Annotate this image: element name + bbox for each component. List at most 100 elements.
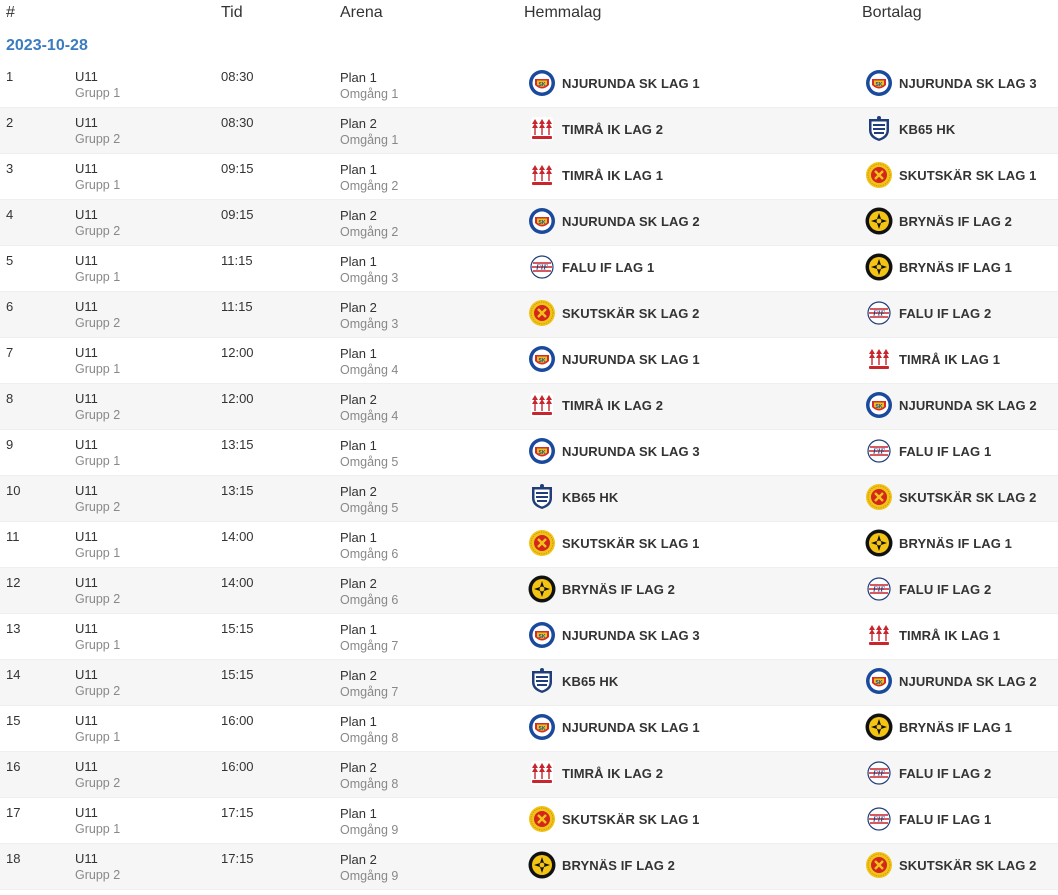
away-team-name[interactable]: SKUTSKÄR SK LAG 2	[899, 858, 1037, 873]
away-team[interactable]: FIF FALU IF LAG 1	[865, 436, 991, 466]
home-team[interactable]: KB65 HK	[528, 482, 618, 512]
away-team[interactable]: SK NJURUNDA SK LAG 3	[865, 68, 1037, 98]
away-team[interactable]: FIF FALU IF LAG 1	[865, 804, 991, 834]
table-row[interactable]: 16 U11 Grupp 2 16:00 Plan 2 Omgång 8 TIMRÅ IK …	[0, 752, 1058, 798]
table-row[interactable]: 12 U11 Grupp 2 14:00 Plan 2 Omgång 6 BRYNÄS IF…	[0, 568, 1058, 614]
away-team-name[interactable]: FALU IF LAG 1	[899, 444, 991, 459]
table-row[interactable]: 4 U11 Grupp 2 09:15 Plan 2 Omgång 2 SK NJURUNDA…	[0, 200, 1058, 246]
svg-text:SK: SK	[539, 358, 546, 364]
away-team-name[interactable]: BRYNÄS IF LAG 1	[899, 260, 1012, 275]
table-row[interactable]: 11 U11 Grupp 1 14:00 Plan 1 Omgång 6 SKUTSKÄR …	[0, 522, 1058, 568]
table-row[interactable]: 10 U11 Grupp 2 13:15 Plan 2 Omgång 5 KB65 HK SK…	[0, 476, 1058, 522]
away-team[interactable]: FIF FALU IF LAG 2	[865, 574, 991, 604]
away-team-name[interactable]: FALU IF LAG 2	[899, 766, 991, 781]
home-team-name[interactable]: SKUTSKÄR SK LAG 1	[562, 812, 700, 827]
home-team[interactable]: FIF FALU IF LAG 1	[528, 252, 654, 282]
home-team-name[interactable]: BRYNÄS IF LAG 2	[562, 858, 675, 873]
away-team[interactable]: KB65 HK	[865, 114, 955, 144]
home-team-name[interactable]: NJURUNDA SK LAG 1	[562, 76, 700, 91]
away-team-name[interactable]: TIMRÅ IK LAG 1	[899, 628, 1000, 643]
home-team-name[interactable]: KB65 HK	[562, 674, 618, 689]
match-number: 4	[6, 207, 14, 222]
table-row[interactable]: 1 U11 Grupp 1 08:30 Plan 1 Omgång 1 SK NJURUNDA…	[0, 62, 1058, 108]
away-team-name[interactable]: FALU IF LAG 1	[899, 812, 991, 827]
timra-ik-logo-icon	[865, 621, 893, 649]
match-group: Grupp 2	[75, 592, 121, 606]
home-team[interactable]: SKUTSKÄR SK LAG 1	[528, 528, 700, 558]
away-team-name[interactable]: BRYNÄS IF LAG 1	[899, 720, 1012, 735]
table-row[interactable]: 18 U11 Grupp 2 17:15 Plan 2 Omgång 9 BRYNÄS IF…	[0, 844, 1058, 890]
table-row[interactable]: 7 U11 Grupp 1 12:00 Plan 1 Omgång 4 SK NJURUNDA…	[0, 338, 1058, 384]
home-team[interactable]: KB65 HK	[528, 666, 618, 696]
home-team[interactable]: SK NJURUNDA SK LAG 1	[528, 344, 700, 374]
home-team[interactable]: TIMRÅ IK LAG 1	[528, 160, 663, 190]
match-time: 15:15	[221, 621, 254, 636]
away-team-name[interactable]: BRYNÄS IF LAG 2	[899, 214, 1012, 229]
home-team-name[interactable]: TIMRÅ IK LAG 2	[562, 398, 663, 413]
home-team[interactable]: TIMRÅ IK LAG 2	[528, 758, 663, 788]
away-team-name[interactable]: KB65 HK	[899, 122, 955, 137]
away-team[interactable]: BRYNÄS IF LAG 1	[865, 252, 1012, 282]
away-team-name[interactable]: FALU IF LAG 2	[899, 582, 991, 597]
home-team-name[interactable]: NJURUNDA SK LAG 1	[562, 720, 700, 735]
away-team[interactable]: TIMRÅ IK LAG 1	[865, 344, 1000, 374]
table-row[interactable]: 9 U11 Grupp 1 13:15 Plan 1 Omgång 5 SK NJURUNDA…	[0, 430, 1058, 476]
match-arena: Plan 1	[340, 346, 377, 361]
home-team[interactable]: BRYNÄS IF LAG 2	[528, 850, 675, 880]
home-team-name[interactable]: NJURUNDA SK LAG 3	[562, 444, 700, 459]
table-row[interactable]: 14 U11 Grupp 2 15:15 Plan 2 Omgång 7 KB65 HK SK…	[0, 660, 1058, 706]
home-team-name[interactable]: SKUTSKÄR SK LAG 1	[562, 536, 700, 551]
home-team-name[interactable]: NJURUNDA SK LAG 1	[562, 352, 700, 367]
away-team-name[interactable]: SKUTSKÄR SK LAG 2	[899, 490, 1037, 505]
home-team[interactable]: SKUTSKÄR SK LAG 2	[528, 298, 700, 328]
home-team[interactable]: SK NJURUNDA SK LAG 3	[528, 620, 700, 650]
away-team-name[interactable]: NJURUNDA SK LAG 2	[899, 674, 1037, 689]
table-row[interactable]: 8 U11 Grupp 2 12:00 Plan 2 Omgång 4 TIMRÅ IK L…	[0, 384, 1058, 430]
home-team-name[interactable]: TIMRÅ IK LAG 1	[562, 168, 663, 183]
table-row[interactable]: 17 U11 Grupp 1 17:15 Plan 1 Omgång 9 SKUTSKÄR …	[0, 798, 1058, 844]
match-round: Omgång 2	[340, 179, 399, 193]
away-team[interactable]: BRYNÄS IF LAG 1	[865, 528, 1012, 558]
away-team[interactable]: SKUTSKÄR SK LAG 2	[865, 850, 1037, 880]
away-team-name[interactable]: BRYNÄS IF LAG 1	[899, 536, 1012, 551]
home-team[interactable]: SK NJURUNDA SK LAG 3	[528, 436, 700, 466]
home-team-name[interactable]: TIMRÅ IK LAG 2	[562, 122, 663, 137]
match-time: 16:00	[221, 759, 254, 774]
home-team-name[interactable]: TIMRÅ IK LAG 2	[562, 766, 663, 781]
home-team[interactable]: SK NJURUNDA SK LAG 2	[528, 206, 700, 236]
home-team[interactable]: TIMRÅ IK LAG 2	[528, 114, 663, 144]
away-team[interactable]: BRYNÄS IF LAG 2	[865, 206, 1012, 236]
home-team-name[interactable]: BRYNÄS IF LAG 2	[562, 582, 675, 597]
home-team-name[interactable]: SKUTSKÄR SK LAG 2	[562, 306, 700, 321]
away-team[interactable]: FIF FALU IF LAG 2	[865, 758, 991, 788]
home-team[interactable]: SK NJURUNDA SK LAG 1	[528, 712, 700, 742]
away-team[interactable]: SKUTSKÄR SK LAG 2	[865, 482, 1037, 512]
home-team[interactable]: SK NJURUNDA SK LAG 1	[528, 68, 700, 98]
home-team-name[interactable]: NJURUNDA SK LAG 2	[562, 214, 700, 229]
table-row[interactable]: 2 U11 Grupp 2 08:30 Plan 2 Omgång 1 TIMRÅ IK L…	[0, 108, 1058, 154]
away-team[interactable]: SK NJURUNDA SK LAG 2	[865, 390, 1037, 420]
away-team[interactable]: BRYNÄS IF LAG 1	[865, 712, 1012, 742]
away-team-name[interactable]: TIMRÅ IK LAG 1	[899, 352, 1000, 367]
table-row[interactable]: 3 U11 Grupp 1 09:15 Plan 1 Omgång 2 TIMRÅ IK L…	[0, 154, 1058, 200]
home-team[interactable]: SKUTSKÄR SK LAG 1	[528, 804, 700, 834]
njurunda-sk-logo-icon: SK	[528, 345, 556, 373]
home-team[interactable]: BRYNÄS IF LAG 2	[528, 574, 675, 604]
away-team-name[interactable]: FALU IF LAG 2	[899, 306, 991, 321]
away-team[interactable]: TIMRÅ IK LAG 1	[865, 620, 1000, 650]
match-round: Omgång 8	[340, 777, 399, 791]
home-team-name[interactable]: KB65 HK	[562, 490, 618, 505]
away-team-name[interactable]: NJURUNDA SK LAG 2	[899, 398, 1037, 413]
home-team[interactable]: TIMRÅ IK LAG 2	[528, 390, 663, 420]
home-team-name[interactable]: NJURUNDA SK LAG 3	[562, 628, 700, 643]
table-row[interactable]: 6 U11 Grupp 2 11:15 Plan 2 Omgång 3 SKUTSKÄR S…	[0, 292, 1058, 338]
away-team-name[interactable]: SKUTSKÄR SK LAG 1	[899, 168, 1037, 183]
table-row[interactable]: 13 U11 Grupp 1 15:15 Plan 1 Omgång 7 SK NJURUND…	[0, 614, 1058, 660]
home-team-name[interactable]: FALU IF LAG 1	[562, 260, 654, 275]
table-row[interactable]: 15 U11 Grupp 1 16:00 Plan 1 Omgång 8 SK NJURUND…	[0, 706, 1058, 752]
table-row[interactable]: 5 U11 Grupp 1 11:15 Plan 1 Omgång 3 FIF FALU IF…	[0, 246, 1058, 292]
away-team[interactable]: SK NJURUNDA SK LAG 2	[865, 666, 1037, 696]
away-team-name[interactable]: NJURUNDA SK LAG 3	[899, 76, 1037, 91]
away-team[interactable]: FIF FALU IF LAG 2	[865, 298, 991, 328]
away-team[interactable]: SKUTSKÄR SK LAG 1	[865, 160, 1037, 190]
